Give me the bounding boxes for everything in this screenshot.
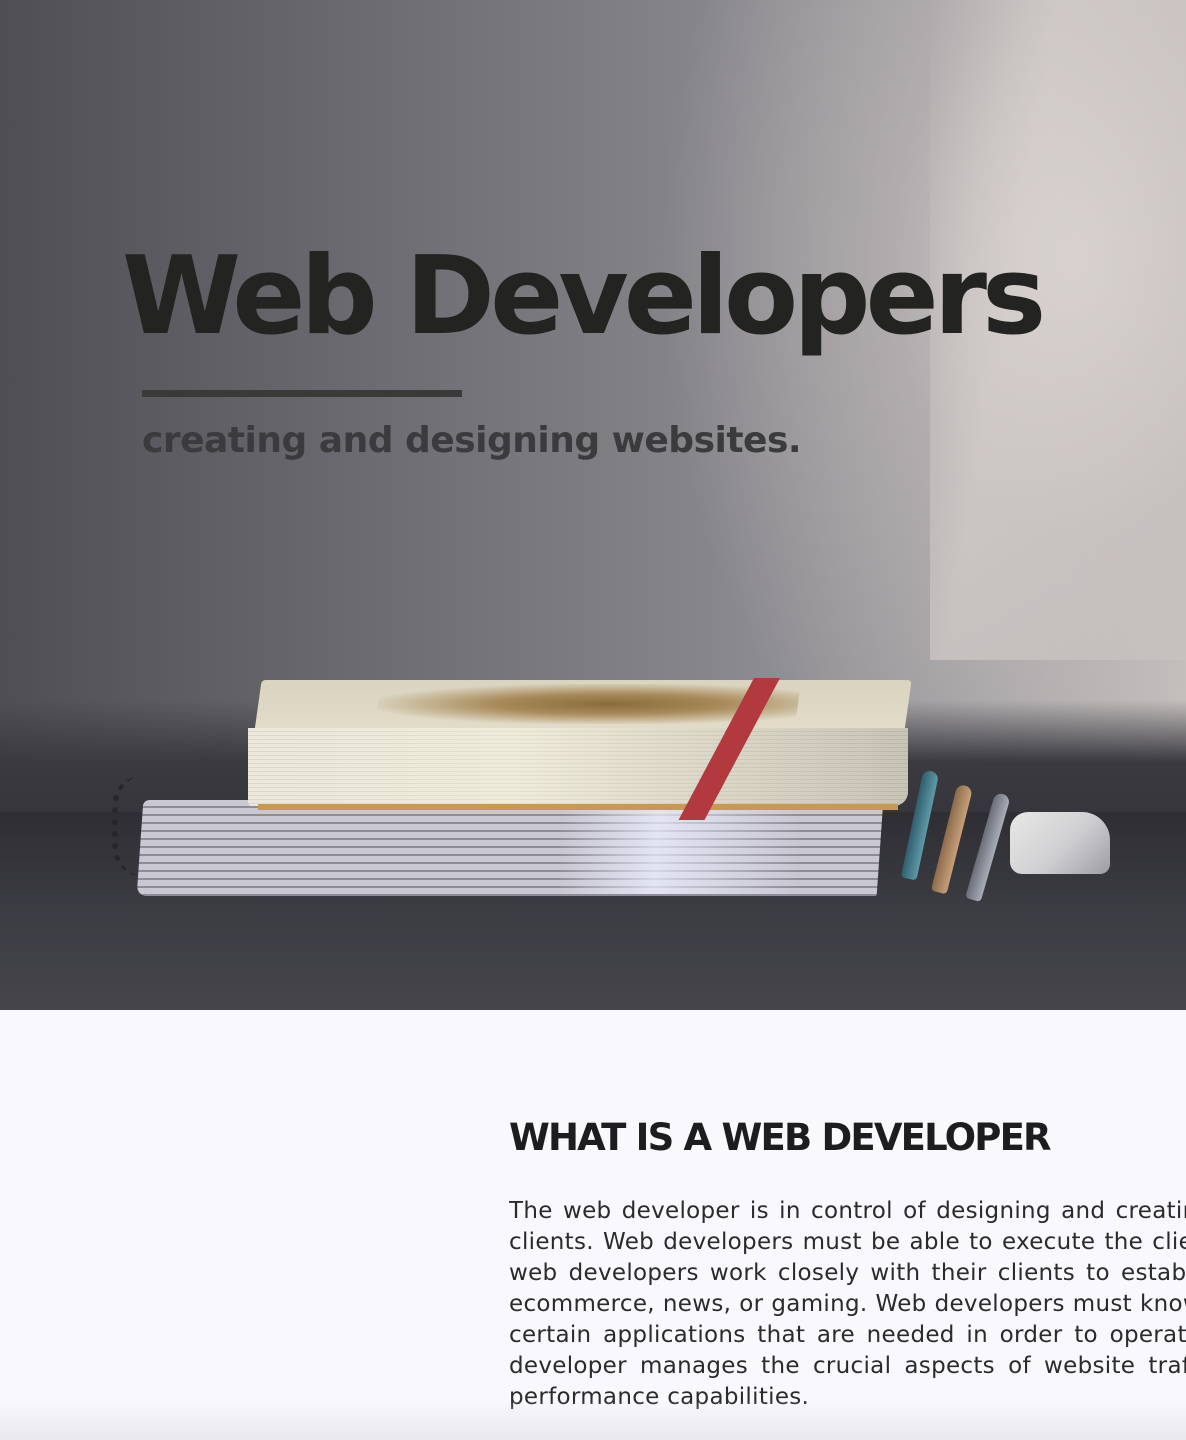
eraser bbox=[1010, 812, 1110, 874]
about-section: WHAT IS A WEB DEVELOPER The web develope… bbox=[0, 1010, 1186, 1440]
notebook-stack-image bbox=[0, 0, 1186, 1010]
about-section-clip: WHAT IS A WEB DEVELOPER The web develope… bbox=[0, 1010, 1186, 1440]
section-body-text: The web developer is in control of desig… bbox=[509, 1198, 1186, 1410]
hero-title: Web Developers bbox=[122, 234, 1046, 359]
journal-book bbox=[248, 678, 912, 820]
bottom-fade bbox=[0, 1400, 1186, 1440]
journal-page-shading bbox=[248, 728, 908, 806]
section-heading: WHAT IS A WEB DEVELOPER bbox=[509, 1116, 1052, 1159]
pencil-grey bbox=[965, 791, 1011, 903]
journal-gilt-edge bbox=[258, 804, 898, 810]
page: Web Developers creating and designing we… bbox=[0, 0, 1186, 1440]
hero-banner: Web Developers creating and designing we… bbox=[0, 0, 1186, 1010]
hero-divider bbox=[142, 390, 462, 397]
hero-subtitle: creating and designing websites. bbox=[142, 420, 802, 461]
pencil-tan bbox=[930, 783, 974, 895]
